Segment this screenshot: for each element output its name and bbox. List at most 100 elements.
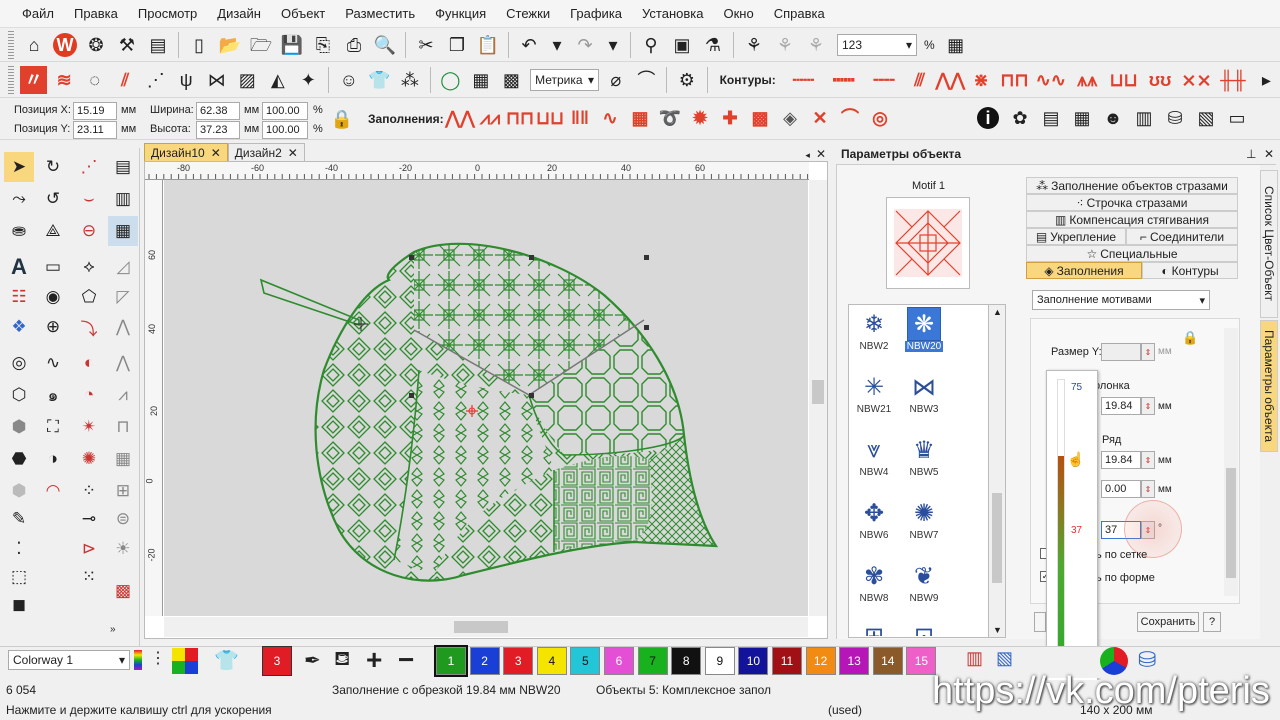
fill-x-icon[interactable]: ✕ [806, 104, 834, 132]
tabs-scroll-icon[interactable]: ◂ [802, 150, 813, 161]
fork-tool-icon[interactable]: ψ [172, 66, 200, 94]
size-y-field[interactable] [1101, 343, 1141, 361]
row-spinner[interactable]: ⇕ [1141, 451, 1155, 469]
thread-swatch[interactable]: 9 [704, 647, 735, 675]
grid-icon[interactable]: ▦ [467, 66, 495, 94]
shape-tool-icon[interactable]: ◭ [264, 66, 292, 94]
peak-icon[interactable]: ⋀ [108, 348, 138, 378]
motif-nbw8[interactable]: ✾ NBW8 [849, 559, 899, 619]
hoop-circle-icon[interactable]: ◎ [4, 348, 34, 378]
pie-icon[interactable]: ◔ [74, 380, 104, 410]
add-shape-icon[interactable]: ⊕ [38, 312, 68, 342]
lettering-icon[interactable]: A [4, 252, 34, 282]
hoop-icon[interactable]: ⚘ [740, 31, 768, 59]
step-icon[interactable]: ⊓ [108, 412, 138, 442]
width-field[interactable]: 62.38 [196, 102, 240, 120]
fill-gear-icon[interactable]: ✹ [686, 104, 714, 132]
wilcom-logo-icon[interactable]: W [51, 31, 79, 59]
thread-swatch[interactable]: 14 [872, 647, 903, 675]
pos-y-field[interactable]: 23.11 [73, 121, 117, 139]
eyedropper-icon[interactable]: ✒ [304, 648, 321, 673]
node-icon[interactable]: ⟁ [38, 216, 68, 246]
thread-swatch[interactable]: 13 [839, 647, 870, 675]
fill-step-icon[interactable]: ⊓⊓ [506, 104, 534, 132]
balloon-icon[interactable]: ❂ [82, 31, 110, 59]
contour-wave-icon[interactable]: ∿∿ [1034, 66, 1067, 94]
texture-icon[interactable]: ◸ [108, 282, 138, 312]
menu-item[interactable]: Просмотр [128, 0, 207, 28]
open-file-icon[interactable]: 📂 [216, 31, 244, 59]
reshape-icon[interactable]: ↻ [38, 152, 68, 182]
nodes-icon[interactable]: ⁚ [4, 534, 34, 564]
menu-item[interactable]: Разместить [335, 0, 425, 28]
close-icon[interactable]: ✕ [211, 146, 221, 160]
fill-cross-icon[interactable]: ✚ [716, 104, 744, 132]
travel-icon[interactable]: ⚲ [637, 31, 665, 59]
arc-icon[interactable]: ⌒ [633, 66, 661, 94]
thread-match-icon[interactable]: ▧ [996, 648, 1013, 669]
add-color-icon[interactable]: + [366, 644, 382, 676]
red-fill-icon[interactable]: ▩ [108, 576, 138, 606]
tab-color-object-list[interactable]: Список Цвет-Объект [1260, 170, 1278, 318]
run-tool-icon[interactable]: ⋰ [142, 66, 170, 94]
home-icon[interactable]: ⌂ [20, 31, 48, 59]
toolbar-grip-2[interactable] [8, 65, 14, 94]
column-tool-icon[interactable]: ⫽ [111, 66, 139, 94]
menu-item[interactable]: Справка [764, 0, 835, 28]
redo-icon[interactable]: ↷ [571, 31, 599, 59]
line-icon[interactable]: ⋰ [74, 152, 104, 182]
face-icon[interactable]: ☺ [335, 66, 363, 94]
sun-icon[interactable]: ☀ [108, 534, 138, 564]
shirt-icon[interactable]: 👕 [366, 66, 394, 94]
fill-wave-icon[interactable]: ∿ [596, 104, 624, 132]
color-grid-icon[interactable] [172, 648, 198, 674]
colorways-icon[interactable]: ⋮ [150, 648, 170, 674]
motif-fill-icon[interactable]: ▦ [108, 216, 138, 246]
contour-triple-icon[interactable]: ┅┅ [825, 66, 862, 94]
lattice-icon[interactable]: ⊞ [108, 476, 138, 506]
current-thread-swatch[interactable]: 3 [262, 646, 292, 676]
tabs-close-icon[interactable]: ✕ [813, 147, 829, 161]
circle-tool-icon[interactable]: ◉ [38, 282, 68, 312]
thread-swatch[interactable]: 11 [772, 647, 802, 675]
fill-plaid-icon[interactable]: ▩ [746, 104, 774, 132]
worksheet-icon[interactable]: ▧ [1192, 104, 1220, 132]
tab-design10[interactable]: Дизайн10 ✕ [144, 143, 228, 161]
settings-scroll-thumb[interactable] [1226, 468, 1236, 578]
contour-ladder-icon[interactable]: ╫╫ [1216, 66, 1249, 94]
spiral-icon[interactable]: ๑ [38, 380, 68, 410]
shirt-color-icon[interactable]: 👕 [214, 648, 239, 673]
motif-nbw2[interactable]: ❄ NBW2 [849, 307, 899, 367]
contour-run-icon[interactable]: ┄┄ [785, 66, 822, 94]
lock-proportions-icon[interactable]: 🔒 [328, 105, 356, 133]
slow-redraw-icon[interactable]: ⚗ [699, 31, 727, 59]
arc-tool-icon[interactable]: ⌣ [74, 184, 104, 214]
hoop-view-icon[interactable]: ◯ [437, 66, 465, 94]
gradient-icon[interactable]: ◿ [108, 252, 138, 282]
fill-tatami-icon[interactable]: ⩘⩘ [476, 104, 504, 132]
hexagon-disabled-icon[interactable]: ⬢ [4, 476, 34, 506]
spool-icon[interactable]: ⛁ [1161, 104, 1189, 132]
tatami-tool-icon[interactable]: ≋ [50, 66, 78, 94]
motif-nbw3[interactable]: ⋈ NBW3 [899, 370, 949, 430]
print-preview-icon[interactable]: 🔍 [371, 31, 399, 59]
appliqué-icon[interactable]: ⛶ [38, 412, 68, 442]
rectangle-icon[interactable]: ▭ [38, 252, 68, 282]
menu-item[interactable]: Правка [64, 0, 128, 28]
save-icon[interactable]: 💾 [278, 31, 306, 59]
menu-item[interactable]: Графика [560, 0, 632, 28]
row-offset-field[interactable]: 0.00 [1101, 480, 1141, 498]
offset-spinner[interactable]: ⇕ [1141, 480, 1155, 498]
fabric-icon[interactable]: ✿ [1006, 104, 1034, 132]
fill-curve-icon[interactable]: ⌒ [836, 104, 864, 132]
outline-tool-icon[interactable]: ◌ [81, 66, 109, 94]
tab-contours[interactable]: ◐ Контуры [1142, 262, 1238, 279]
pin-icon[interactable]: ⊥ [1246, 147, 1256, 161]
paint-bucket-icon[interactable]: ⛾ [334, 648, 350, 673]
contour-fill-icon[interactable]: ⊜ [108, 504, 138, 534]
toolbar-more-icon[interactable]: ▸ [1253, 66, 1280, 94]
thread-chart-icon[interactable]: ▥ [966, 648, 983, 669]
settings-icon[interactable]: ⚙ [673, 66, 701, 94]
satin-tool-icon[interactable]: 〃 [19, 65, 48, 94]
monitor-icon[interactable]: ▭ [1223, 104, 1251, 132]
